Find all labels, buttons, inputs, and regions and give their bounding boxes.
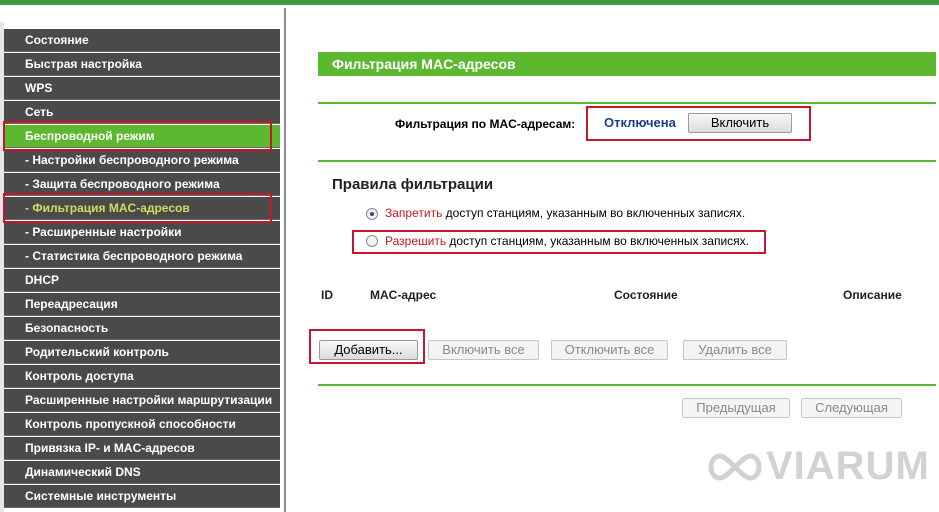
sidebar-item-parental-control[interactable]: Родительский контроль <box>4 341 280 364</box>
enable-all-button[interactable]: Включить все <box>428 340 539 360</box>
main-panel: Фильтрация MAC-адресов Фильтрация по MAC… <box>286 0 939 512</box>
highlight-allow-rule <box>352 230 766 254</box>
sidebar-item-wps[interactable]: WPS <box>4 77 280 100</box>
sidebar-item-bandwidth-control[interactable]: Контроль пропускной способности <box>4 413 280 436</box>
deny-radio[interactable] <box>366 208 378 220</box>
highlight-wireless <box>3 121 272 151</box>
sidebar-item-dynamic-dns[interactable]: Динамический DNS <box>4 461 280 484</box>
filter-label: Фильтрация по MAC-адресам: <box>395 117 576 131</box>
rules-title: Правила фильтрации <box>332 176 494 193</box>
sidebar-menu: Состояние Быстрая настройка WPS Сеть Бес… <box>0 22 284 512</box>
column-state: Состояние <box>614 288 678 302</box>
column-id: ID <box>321 288 333 302</box>
sidebar-item-wireless-statistics[interactable]: - Статистика беспроводного режима <box>4 245 280 268</box>
column-description: Описание <box>843 288 902 302</box>
highlight-mac-filtering <box>3 193 272 223</box>
sidebar-item-access-control[interactable]: Контроль доступа <box>4 365 280 388</box>
infinity-icon <box>708 452 762 481</box>
divider-line <box>318 102 936 104</box>
deny-rule-text: Запретить доступ станциям, указанным во … <box>385 206 746 220</box>
sidebar-item-wireless-advanced[interactable]: - Расширенные настройки <box>4 221 280 244</box>
sidebar-item-dhcp[interactable]: DHCP <box>4 269 280 292</box>
sidebar-item-ip-mac-binding[interactable]: Привязка IP- и MAC-адресов <box>4 437 280 460</box>
sidebar-item-security[interactable]: Безопасность <box>4 317 280 340</box>
sidebar-item-status[interactable]: Состояние <box>4 29 280 52</box>
prev-page-button[interactable]: Предыдущая <box>682 398 790 418</box>
sidebar-item-wireless-settings[interactable]: - Настройки беспроводного режима <box>4 149 280 172</box>
delete-all-button[interactable]: Удалить все <box>683 340 787 360</box>
column-mac: MAC-адрес <box>370 288 437 302</box>
divider-line <box>318 384 936 386</box>
sidebar-item-quick-setup[interactable]: Быстрая настройка <box>4 53 280 76</box>
page-title: Фильтрация MAC-адресов <box>318 52 936 76</box>
highlight-add-button <box>309 329 425 364</box>
sidebar-item-system-tools[interactable]: Системные инструменты <box>4 485 280 508</box>
divider-line <box>318 160 936 162</box>
sidebar-item-advanced-routing[interactable]: Расширенные настройки маршрутизации <box>4 389 280 412</box>
sidebar-item-forwarding[interactable]: Переадресация <box>4 293 280 316</box>
highlight-filter-status <box>586 106 811 141</box>
disable-all-button[interactable]: Отключить все <box>551 340 668 360</box>
next-page-button[interactable]: Следующая <box>801 398 902 418</box>
watermark: VIARUM <box>704 444 930 489</box>
watermark-text: VIARUM <box>766 444 930 488</box>
